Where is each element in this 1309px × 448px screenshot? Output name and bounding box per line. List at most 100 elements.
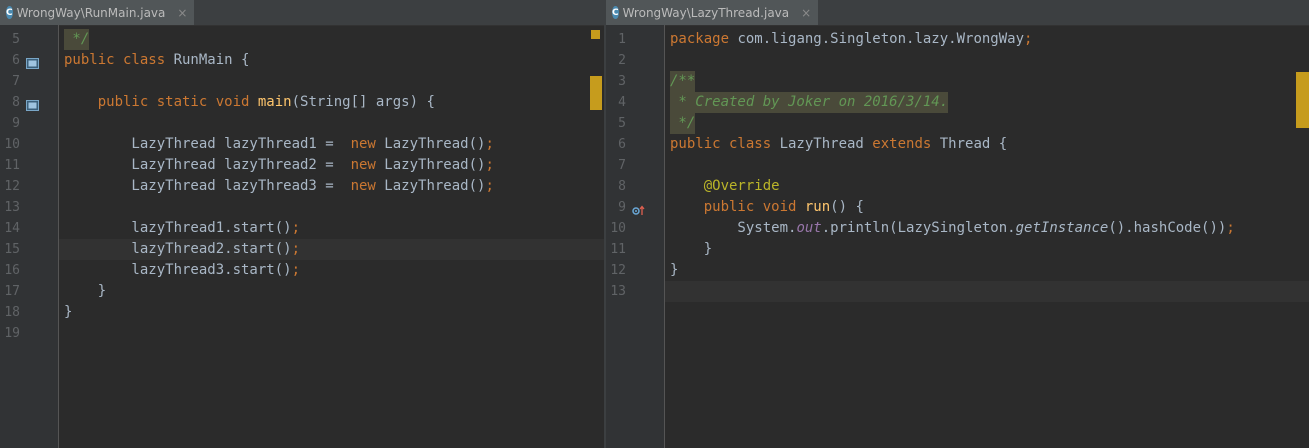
line-number: 8 bbox=[618, 179, 626, 194]
line-number: 8 bbox=[12, 95, 20, 110]
code-line[interactable]: 9 public void run() { bbox=[618, 197, 1309, 218]
line-number: 5 bbox=[618, 116, 626, 131]
right-tab-bar: C WrongWay\LazyThread.java × bbox=[606, 0, 1309, 26]
line-number: 12 bbox=[610, 263, 626, 278]
code-line[interactable]: 2 bbox=[618, 50, 1309, 71]
right-editor-pane[interactable]: C WrongWay\LazyThread.java × 1 package co… bbox=[606, 0, 1309, 448]
run-icon[interactable] bbox=[26, 54, 39, 69]
code-token: ; bbox=[291, 220, 301, 236]
code-line[interactable]: 6 public class LazyThread extends Thread … bbox=[618, 134, 1309, 155]
code-text: @Override bbox=[670, 176, 780, 197]
line-number: 9 bbox=[618, 200, 626, 215]
code-line[interactable]: 1 package com.ligang.Singleton.lazy.Wrong… bbox=[618, 29, 1309, 50]
code-text: } bbox=[670, 239, 712, 260]
code-text: lazyThread2.start(); bbox=[64, 239, 300, 260]
code-line[interactable]: 8 public static void main(String[] args)… bbox=[12, 92, 604, 113]
code-token: out bbox=[796, 220, 822, 236]
code-token: */ bbox=[64, 31, 90, 47]
code-text: */ bbox=[670, 113, 696, 134]
code-line[interactable]: 18} bbox=[4, 302, 604, 323]
code-line[interactable]: 12 LazyThread lazyThread3 = new LazyThre… bbox=[4, 176, 604, 197]
code-line[interactable]: 10 LazyThread lazyThread1 = new LazyThre… bbox=[4, 134, 604, 155]
code-token: RunMain { bbox=[173, 52, 250, 68]
code-line[interactable]: 8 @Override bbox=[618, 176, 1309, 197]
code-token: System. bbox=[670, 220, 797, 236]
tab-label: WrongWay\LazyThread.java bbox=[622, 5, 790, 20]
code-editor[interactable]: 5 */ 6 public class RunMain { 7 8 public sta… bbox=[4, 25, 604, 448]
code-token: new bbox=[350, 136, 385, 152]
code-text: lazyThread1.start(); bbox=[64, 218, 300, 239]
override-icon[interactable] bbox=[632, 201, 645, 215]
code-line[interactable]: 15 lazyThread2.start(); bbox=[4, 239, 604, 260]
code-line[interactable]: 11 } bbox=[610, 239, 1309, 260]
code-text: package com.ligang.Singleton.lazy.WrongW… bbox=[670, 29, 1032, 50]
line-number: 6 bbox=[12, 53, 20, 68]
code-token: Thread { bbox=[939, 136, 1008, 152]
tab-runmain[interactable]: C WrongWay\RunMain.java × bbox=[0, 0, 194, 25]
code-line[interactable]: 3 /** bbox=[618, 71, 1309, 92]
close-icon[interactable]: × bbox=[801, 6, 811, 20]
code-token: } bbox=[670, 241, 713, 257]
code-token: * Created by Joker on 2016/3/14. bbox=[670, 94, 949, 110]
code-token: LazyThread bbox=[779, 136, 873, 152]
code-text: */ bbox=[64, 29, 90, 50]
code-line[interactable]: 11 LazyThread lazyThread2 = new LazyThre… bbox=[4, 155, 604, 176]
code-token: lazyThread3.start() bbox=[64, 262, 292, 278]
line-number: 16 bbox=[4, 263, 20, 278]
code-token: extends bbox=[872, 136, 940, 152]
code-text: * Created by Joker on 2016/3/14. bbox=[670, 92, 949, 113]
code-token: public static void bbox=[97, 94, 258, 110]
code-line[interactable]: 7 bbox=[12, 71, 604, 92]
code-line[interactable]: 10 System.out.println(LazySingleton.getI… bbox=[610, 218, 1309, 239]
code-text: LazyThread lazyThread3 = new LazyThread(… bbox=[64, 176, 493, 197]
code-token: */ bbox=[670, 115, 696, 131]
line-number: 7 bbox=[12, 74, 20, 89]
code-token: new bbox=[350, 157, 385, 173]
warning-marker bbox=[590, 76, 602, 110]
code-text: /** bbox=[670, 71, 696, 92]
tab-label: WrongWay\RunMain.java bbox=[16, 5, 166, 20]
code-token: LazyThread() bbox=[384, 178, 486, 194]
code-token: ; bbox=[291, 241, 301, 257]
code-token: } bbox=[64, 304, 73, 320]
code-line[interactable]: 9 bbox=[12, 113, 604, 134]
code-line[interactable]: 6 public class RunMain { bbox=[12, 50, 604, 71]
tab-lazythread[interactable]: C WrongWay\LazyThread.java × bbox=[606, 0, 818, 25]
code-token: LazyThread lazyThread3 = bbox=[64, 178, 351, 194]
code-line[interactable]: 7 bbox=[618, 155, 1309, 176]
code-text: public static void main(String[] args) { bbox=[64, 92, 435, 113]
code-token: main bbox=[257, 94, 292, 110]
line-number: 10 bbox=[4, 137, 20, 152]
line-number: 18 bbox=[4, 305, 20, 320]
code-line[interactable]: 5 */ bbox=[12, 29, 604, 50]
inspection-marker bbox=[591, 30, 600, 39]
close-icon[interactable]: × bbox=[177, 6, 187, 20]
warning-marker bbox=[1296, 72, 1309, 128]
code-line[interactable]: 14 lazyThread1.start(); bbox=[4, 218, 604, 239]
code-line[interactable]: 13 bbox=[4, 197, 604, 218]
code-token: public class bbox=[64, 52, 174, 68]
code-editor[interactable]: 1 package com.ligang.Singleton.lazy.Wrong… bbox=[610, 25, 1309, 448]
line-number: 13 bbox=[610, 284, 626, 299]
run-icon[interactable] bbox=[26, 96, 39, 111]
code-line[interactable]: 13 bbox=[610, 281, 1309, 302]
code-token: /** bbox=[670, 73, 696, 89]
code-line[interactable]: 4 * Created by Joker on 2016/3/14. bbox=[618, 92, 1309, 113]
line-number: 6 bbox=[618, 137, 626, 152]
code-token: LazyThread() bbox=[384, 136, 486, 152]
code-line[interactable]: 17 } bbox=[4, 281, 604, 302]
code-token: LazyThread lazyThread2 = bbox=[64, 157, 351, 173]
code-line[interactable]: 5 */ bbox=[618, 113, 1309, 134]
line-number: 19 bbox=[4, 326, 20, 341]
code-line[interactable]: 16 lazyThread3.start(); bbox=[4, 260, 604, 281]
code-token: ; bbox=[291, 262, 301, 278]
code-token: @Override bbox=[703, 178, 780, 194]
code-token: ; bbox=[1024, 31, 1033, 47]
line-number: 12 bbox=[4, 179, 20, 194]
code-line[interactable]: 19 bbox=[4, 323, 604, 344]
code-text: System.out.println(LazySingleton.getInst… bbox=[670, 218, 1234, 239]
code-line[interactable]: 12} bbox=[610, 260, 1309, 281]
java-class-icon: C bbox=[612, 6, 619, 19]
left-editor-pane[interactable]: C WrongWay\RunMain.java × 5 */ 6 public cl… bbox=[0, 0, 604, 448]
